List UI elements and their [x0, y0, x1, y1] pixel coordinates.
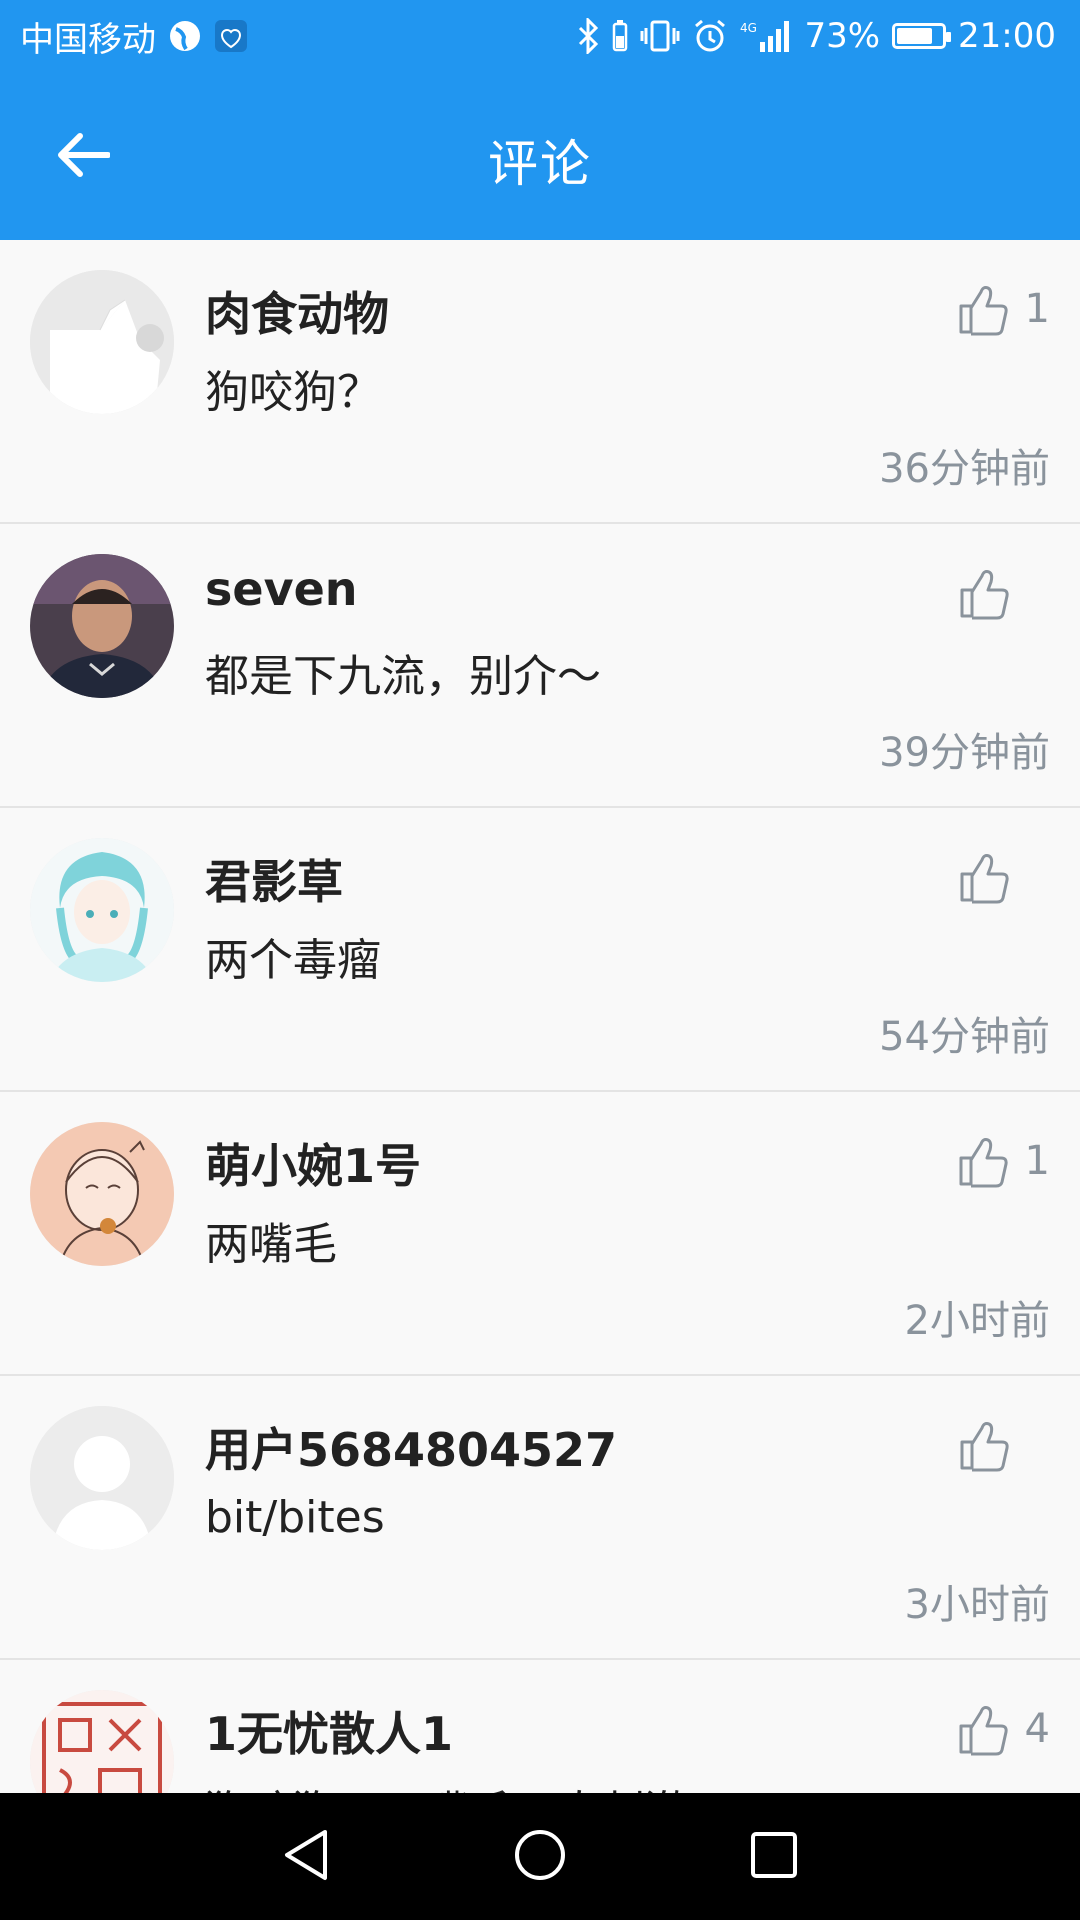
comment-item[interactable]: 1无忧散人1 狗咬狗，一嘴毛，真刺激 4: [0, 1660, 1080, 1793]
like-button[interactable]: 4: [957, 1694, 1050, 1764]
comment-time: 39分钟前: [879, 730, 1050, 776]
triangle-back-icon: [281, 1828, 331, 1886]
battery-icon: [892, 23, 952, 49]
comment-text: 两嘴毛: [205, 1219, 337, 1270]
like-count: 4: [1024, 1706, 1050, 1752]
thumbs-up-icon: [958, 1418, 1012, 1472]
bluetooth-icon: [576, 18, 600, 54]
comment-time: 3小时前: [904, 1582, 1050, 1628]
nav-recent-button[interactable]: [742, 1825, 806, 1889]
avatar[interactable]: [30, 838, 174, 982]
comments-screen: 中国移动 4G 73% 21:00 评论 肉食动物 狗咬狗？ 1 36分钟前 s…: [0, 0, 1080, 1920]
thumbs-up-icon: [957, 282, 1011, 336]
comment-text: 狗咬狗？: [205, 367, 381, 418]
battery-saver-icon: [612, 18, 628, 54]
comment-text: 都是下九流，别介～: [205, 651, 601, 702]
comment-username[interactable]: 1无忧散人1: [205, 1698, 453, 1764]
comment-username[interactable]: 肉食动物: [205, 278, 389, 344]
avatar[interactable]: [30, 1406, 174, 1550]
nav-home-button[interactable]: [508, 1825, 572, 1889]
like-button[interactable]: [958, 842, 1050, 912]
comment-text: 两个毒瘤: [205, 935, 381, 986]
like-count: 1: [1024, 286, 1050, 332]
like-button[interactable]: 1: [957, 274, 1050, 344]
comment-item[interactable]: 萌小婉1号 两嘴毛 1 2小时前: [0, 1092, 1080, 1376]
like-button[interactable]: [958, 558, 1050, 628]
avatar[interactable]: [30, 270, 174, 414]
page-title: 评论: [488, 135, 592, 193]
thumbs-up-icon: [958, 850, 1012, 904]
square-recent-icon: [749, 1830, 799, 1884]
circle-home-icon: [513, 1828, 567, 1886]
thumbs-up-icon: [957, 1134, 1011, 1188]
status-time: 21:00: [958, 16, 1056, 56]
comment-username[interactable]: seven: [205, 562, 358, 616]
battery-fill: [897, 28, 933, 44]
comment-time: 36分钟前: [879, 446, 1050, 492]
comment-item[interactable]: 用户5684804527 bit/bites 3小时前: [0, 1376, 1080, 1660]
comment-list[interactable]: 肉食动物 狗咬狗？ 1 36分钟前 seven 都是下九流，别介～ 39分钟前 …: [0, 240, 1080, 1793]
comment-text: 狗咬狗，一嘴毛，真刺激: [205, 1776, 689, 1793]
thumbs-up-icon: [958, 566, 1012, 620]
comment-item[interactable]: 君影草 两个毒瘤 54分钟前: [0, 808, 1080, 1092]
globe-icon: [168, 19, 202, 53]
health-app-icon: [214, 19, 248, 53]
avatar[interactable]: [30, 554, 174, 698]
comment-item[interactable]: 肉食动物 狗咬狗？ 1 36分钟前: [0, 240, 1080, 524]
carrier-label: 中国移动: [20, 19, 156, 60]
network-label: 4G: [740, 21, 757, 35]
like-count: 1: [1024, 1138, 1050, 1184]
signal-icon: 4G: [740, 18, 792, 54]
system-nav-bar: [0, 1793, 1080, 1920]
comment-time: 2小时前: [904, 1298, 1050, 1344]
like-button[interactable]: [958, 1410, 1050, 1480]
vibrate-icon: [640, 18, 680, 54]
status-left: 中国移动: [20, 12, 248, 61]
avatar[interactable]: [30, 1690, 174, 1793]
comment-text: bit/bites: [205, 1492, 385, 1543]
battery-percent: 73%: [804, 16, 881, 56]
nav-back-button[interactable]: [274, 1825, 338, 1889]
alarm-icon: [692, 18, 728, 54]
status-bar: 中国移动 4G 73% 21:00: [0, 0, 1080, 72]
comment-username[interactable]: 用户5684804527: [205, 1414, 617, 1480]
thumbs-up-icon: [957, 1702, 1011, 1756]
avatar[interactable]: [30, 1122, 174, 1266]
comment-time: 54分钟前: [879, 1014, 1050, 1060]
comment-username[interactable]: 萌小婉1号: [205, 1130, 421, 1196]
app-bar: 评论: [0, 72, 1080, 240]
like-button[interactable]: 1: [957, 1126, 1050, 1196]
status-right: 4G 73% 21:00: [576, 16, 1056, 56]
comment-username[interactable]: 君影草: [205, 846, 343, 912]
comment-item[interactable]: seven 都是下九流，别介～ 39分钟前: [0, 524, 1080, 808]
